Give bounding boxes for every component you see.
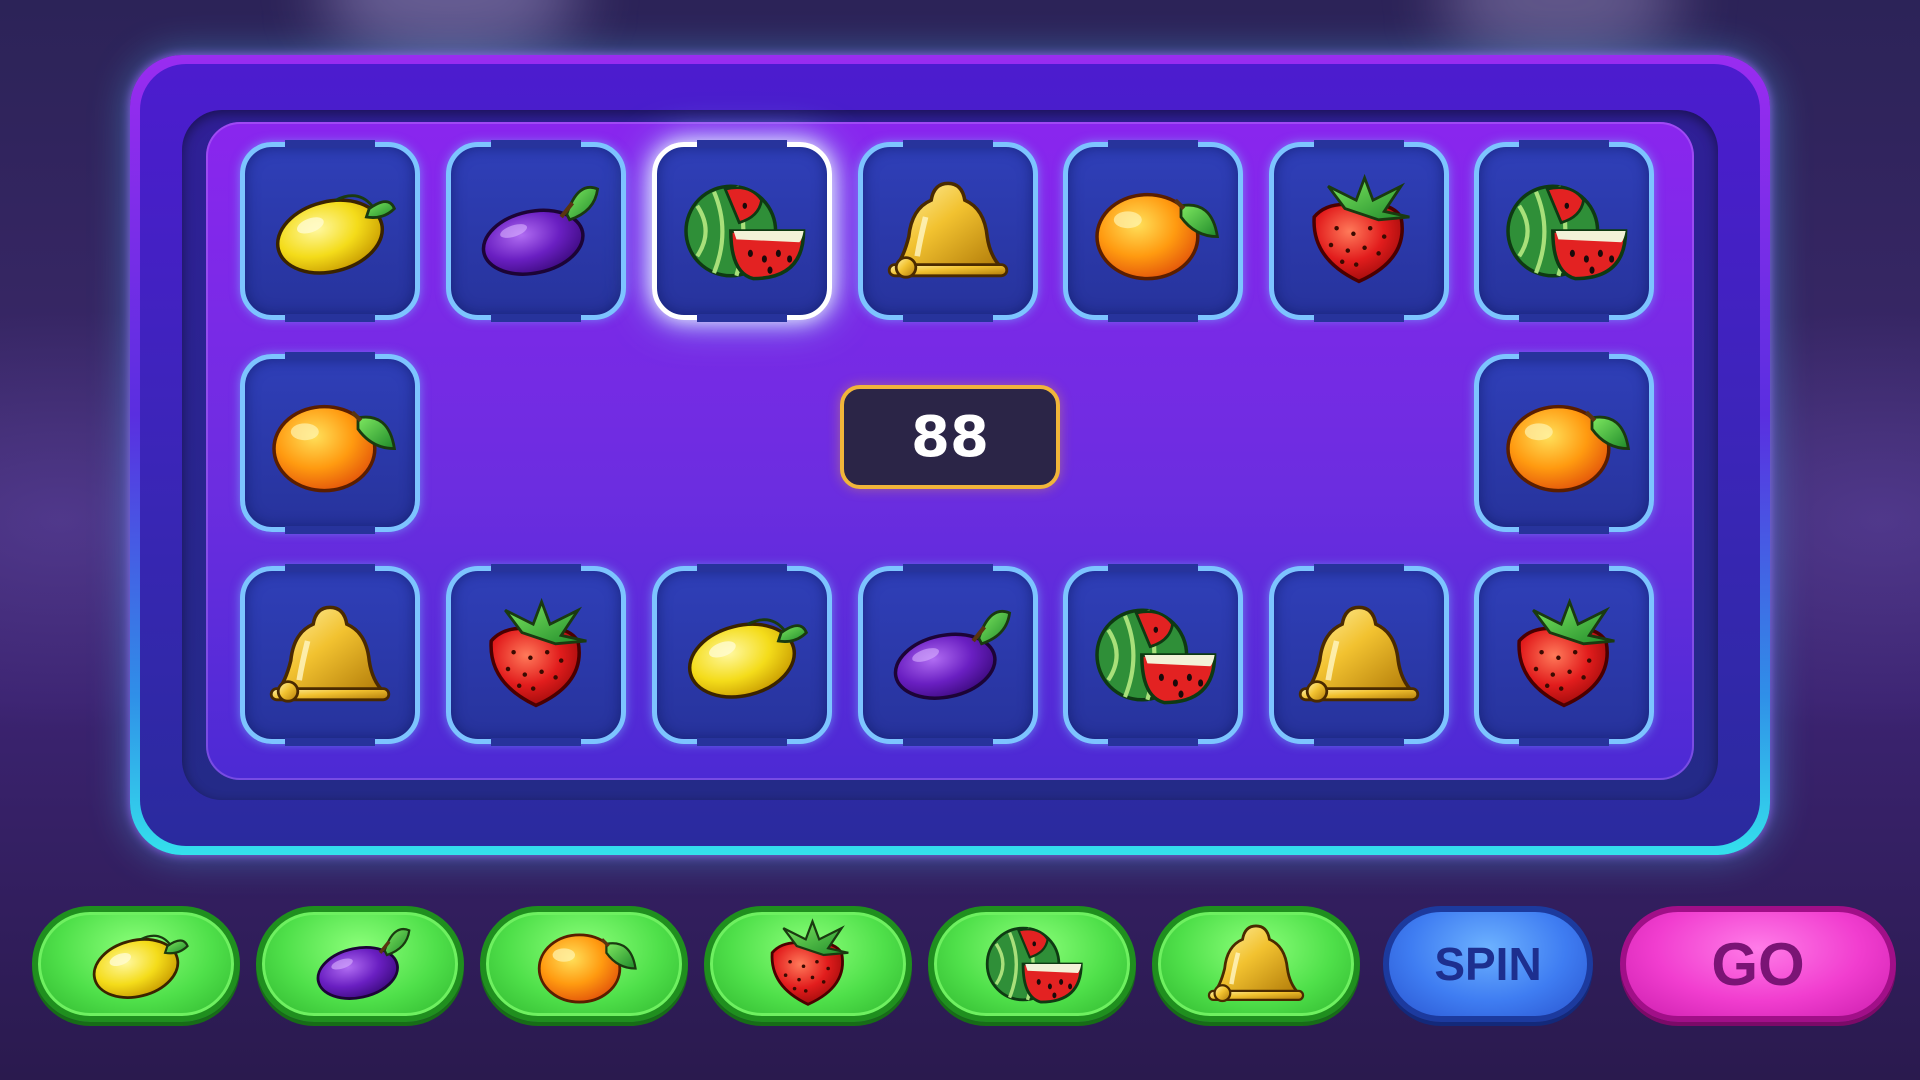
watermelon-icon (1083, 595, 1223, 715)
slot-middle-right (1474, 352, 1654, 534)
pick-bell-button[interactable] (1152, 906, 1360, 1022)
slot-bottom-4 (858, 564, 1038, 746)
watermelon-icon (1494, 171, 1634, 291)
pick-lemon-button[interactable] (32, 906, 240, 1022)
strawberry-icon (1312, 176, 1412, 284)
slot-top-3 (652, 140, 832, 322)
lemon-icon (680, 612, 809, 710)
slot-top-7 (1474, 140, 1654, 322)
pick-watermelon-button[interactable] (928, 906, 1136, 1022)
lemon-icon (268, 188, 397, 286)
bell-icon (260, 595, 400, 715)
slot-bottom-7 (1474, 564, 1654, 746)
spin-button-label: SPIN (1434, 938, 1542, 990)
pick-strawberry-button[interactable] (704, 906, 912, 1022)
strawberry-icon (489, 600, 589, 708)
orange-icon (260, 383, 400, 503)
score-counter: 88 (840, 385, 1060, 489)
lemon-icon (86, 929, 189, 1008)
slot-top-1 (240, 140, 420, 322)
orange-icon (1494, 383, 1634, 503)
background-light (1440, 0, 1680, 60)
slot-top-5 (1063, 140, 1243, 322)
plum-icon (878, 595, 1018, 715)
watermelon-icon (985, 926, 1083, 1004)
plum-icon (466, 171, 606, 291)
slot-middle-left (240, 352, 420, 534)
slot-bottom-2 (446, 564, 626, 746)
orange-icon (537, 933, 638, 1004)
slot-top-4 (858, 140, 1038, 322)
plum-icon (311, 927, 411, 1008)
slot-top-2 (446, 140, 626, 322)
strawberry-icon (770, 920, 850, 1006)
slot-bottom-5 (1063, 564, 1243, 746)
bell-icon (1289, 595, 1429, 715)
bell-icon (878, 171, 1018, 291)
spin-button[interactable]: SPIN (1383, 906, 1593, 1022)
slot-bottom-3 (652, 564, 832, 746)
watermelon-icon (672, 171, 812, 291)
pick-orange-button[interactable] (480, 906, 688, 1022)
background-light (320, 0, 580, 60)
strawberry-icon (1517, 600, 1617, 708)
bell-icon (1200, 917, 1312, 1011)
slot-top-6 (1269, 140, 1449, 322)
go-button-label: GO (1711, 930, 1805, 998)
orange-icon (1083, 171, 1223, 291)
slot-bottom-1 (240, 564, 420, 746)
slot-bottom-6 (1269, 564, 1449, 746)
pick-plum-button[interactable] (256, 906, 464, 1022)
go-button[interactable]: GO (1620, 906, 1896, 1022)
